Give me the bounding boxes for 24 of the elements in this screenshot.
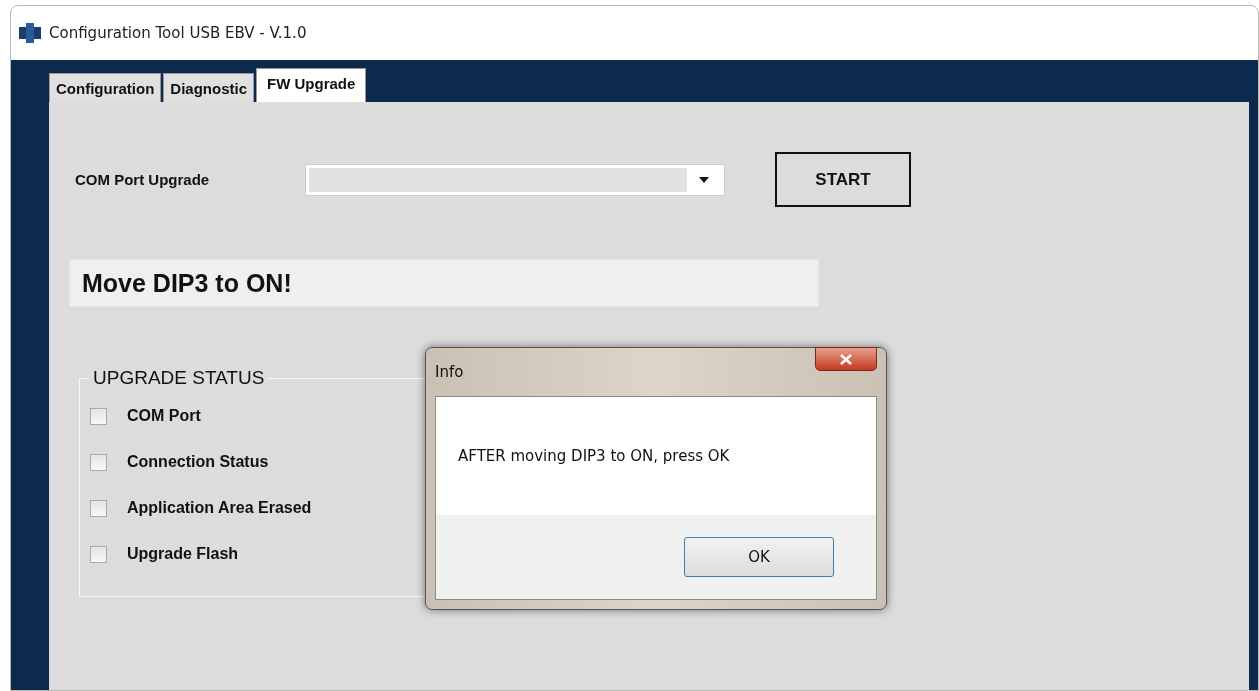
tab[interactable]: Configuration [49, 73, 162, 102]
com-port-dropdown[interactable] [305, 163, 725, 196]
dropdown-caret-icon [699, 176, 709, 183]
checkbox-label: Application Area Erased [127, 499, 312, 517]
ok-button[interactable]: OK [684, 537, 834, 577]
window-title: Configuration Tool USB EBV - V.1.0 [49, 24, 307, 42]
app-icon [19, 23, 41, 43]
checkbox[interactable] [90, 545, 107, 563]
close-button[interactable] [815, 347, 877, 371]
checkbox-label: Connection Status [127, 453, 269, 471]
group-title: UPGRADE STATUS [92, 367, 266, 389]
checkbox-label: Upgrade Flash [127, 545, 239, 563]
dialog-message: AFTER moving DIP3 to ON, press OK [458, 447, 730, 465]
start-button[interactable]: START [775, 152, 911, 207]
checkbox[interactable] [90, 407, 107, 425]
checkbox[interactable] [90, 499, 107, 517]
checkbox[interactable] [90, 453, 107, 471]
dialog-title: Info [435, 363, 464, 381]
status-message: Move DIP3 to ON! [69, 259, 819, 307]
tab[interactable]: Diagnostic [163, 73, 254, 102]
tab[interactable]: FW Upgrade [256, 68, 367, 102]
com-port-label: COM Port Upgrade [75, 171, 211, 188]
close-icon [840, 353, 852, 365]
checkbox-label: COM Port [127, 407, 201, 425]
